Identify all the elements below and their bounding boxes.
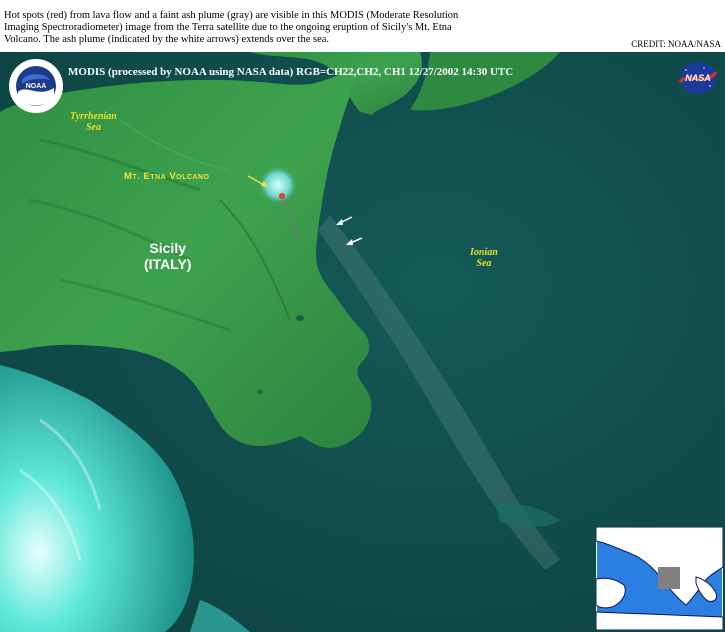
ionian-line-2: Sea <box>476 258 492 269</box>
image-header: MODIS (processed by NOAA using NASA data… <box>68 66 514 78</box>
inset-locator-map <box>596 527 723 630</box>
sicily-line-1: Sicily <box>149 240 187 256</box>
noaa-logo-icon: NOAA <box>9 59 63 113</box>
inset-highlight-box <box>658 567 680 589</box>
credit-text: CREDIT: NOAA/NASA <box>631 39 721 49</box>
tyrrhenian-sea-label: Tyrrhenian Sea <box>70 111 117 133</box>
etna-volcano-label: Mt. Etna Volcano <box>124 171 210 182</box>
sicily-label: Sicily (ITALY) <box>144 240 191 272</box>
noaa-logo-text: NOAA <box>26 83 47 90</box>
ionian-line-1: Ionian <box>470 247 498 258</box>
tyrrhenian-line-1: Tyrrhenian <box>70 111 117 122</box>
sicily-line-2: (ITALY) <box>144 256 192 272</box>
caption-bar: Hot spots (red) from lava flow and a fai… <box>0 0 725 52</box>
nasa-logo-icon: NASA <box>678 62 718 94</box>
ionian-sea-label: Ionian Sea <box>470 247 498 269</box>
caption-line-2: Imaging Spectroradiometer) image from th… <box>4 22 452 33</box>
nasa-logo-text: NASA <box>685 73 711 83</box>
caption-line-1: Hot spots (red) from lava flow and a fai… <box>4 10 459 21</box>
caption-text: Hot spots (red) from lava flow and a fai… <box>4 10 564 46</box>
caption-line-3: Volcano. The ash plume (indicated by the… <box>4 34 330 45</box>
tyrrhenian-line-2: Sea <box>85 122 101 133</box>
